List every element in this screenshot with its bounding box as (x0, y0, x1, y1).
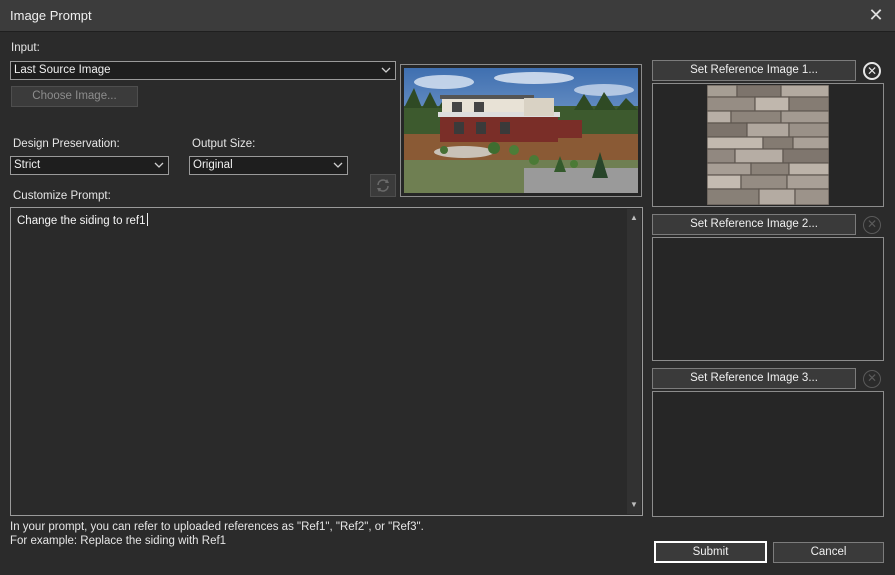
set-reference-image-1-button[interactable]: Set Reference Image 1... (652, 60, 856, 81)
chevron-down-icon (381, 62, 391, 85)
input-source-dropdown[interactable]: Last Source Image (10, 61, 396, 80)
chevron-down-icon (154, 157, 164, 180)
reference-image-2-panel (652, 237, 884, 361)
help-text-line-1: In your prompt, you can refer to uploade… (10, 521, 424, 533)
source-image-preview (400, 64, 642, 197)
submit-button[interactable]: Submit (654, 541, 767, 563)
remove-reference-3-icon[interactable]: ✕ (863, 370, 881, 388)
output-size-dropdown[interactable]: Original (189, 156, 348, 175)
scroll-down-icon[interactable]: ▼ (627, 498, 641, 512)
set-reference-image-3-button[interactable]: Set Reference Image 3... (652, 368, 856, 389)
set-reference-image-2-button[interactable]: Set Reference Image 2... (652, 214, 856, 235)
window-title: Image Prompt (10, 8, 92, 23)
title-bar: Image Prompt ✕ (0, 0, 895, 32)
help-text-line-2: For example: Replace the siding with Ref… (10, 535, 227, 547)
design-preservation-label: Design Preservation: (13, 138, 120, 150)
cancel-button[interactable]: Cancel (773, 542, 884, 563)
close-icon[interactable]: ✕ (865, 4, 887, 26)
output-size-label: Output Size: (192, 138, 256, 150)
design-preservation-value: Strict (14, 159, 41, 171)
scroll-up-icon[interactable]: ▲ (627, 211, 641, 225)
prompt-text: Change the siding to ref1 (17, 213, 148, 227)
prompt-scrollbar[interactable]: ▲ ▼ (627, 209, 641, 514)
reference-image-3-panel (652, 391, 884, 517)
text-caret (146, 213, 148, 226)
design-preservation-dropdown[interactable]: Strict (10, 156, 169, 175)
customize-prompt-label: Customize Prompt: (13, 190, 111, 202)
refresh-button[interactable] (370, 174, 396, 197)
stone-texture-image (707, 85, 829, 205)
output-size-value: Original (193, 159, 233, 171)
reference-image-1-panel (652, 83, 884, 207)
remove-reference-1-icon[interactable]: ✕ (863, 62, 881, 80)
remove-reference-2-icon[interactable]: ✕ (863, 216, 881, 234)
chevron-down-icon (333, 157, 343, 180)
house-render-image (404, 68, 638, 193)
choose-image-button[interactable]: Choose Image... (11, 86, 138, 107)
input-label: Input: (11, 42, 40, 54)
prompt-textarea[interactable]: Change the siding to ref1 ▲ ▼ (10, 207, 643, 516)
input-source-value: Last Source Image (14, 64, 111, 76)
refresh-icon (377, 179, 389, 192)
